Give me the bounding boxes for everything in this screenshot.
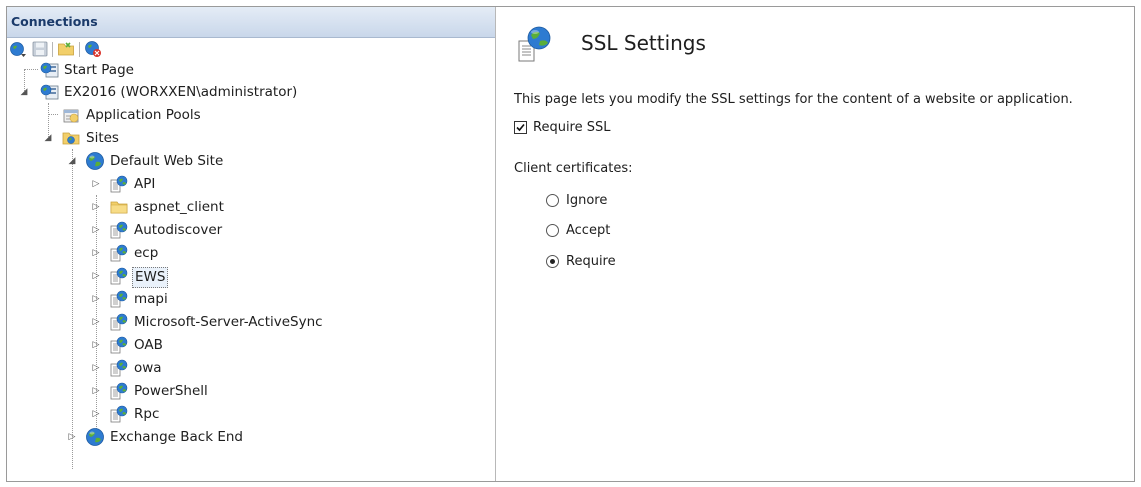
radio-label: Require [566,254,616,269]
toolbar-separator [79,42,80,57]
connections-toolbar [7,38,495,60]
expand-arrow-icon[interactable]: ▷ [91,407,101,421]
tree-item-mapi[interactable]: ▷ mapi [7,288,487,311]
web-app-icon [109,243,129,263]
tree-item-start-page[interactable]: Start Page [7,59,487,82]
expand-arrow-icon[interactable]: ▷ [67,430,77,444]
page-description: This page lets you modify the SSL settin… [514,92,1073,107]
expand-arrow-icon[interactable]: ▷ [91,338,101,352]
expand-arrow-icon[interactable]: ▷ [91,177,101,191]
web-app-icon [109,312,129,332]
tree-item-label: Exchange Back End [110,429,243,445]
tree-item-label: ecp [134,245,159,261]
collapse-arrow-icon[interactable]: ◢ [19,85,29,99]
tree-item-server[interactable]: ◢ EX2016 (WORXXEN\administrator) [7,81,487,104]
tree-item-powershell[interactable]: ▷ PowerShell [7,380,487,403]
globe-icon [85,427,105,447]
tree-item-activesync[interactable]: ▷ Microsoft-Server-ActiveSync [7,311,487,334]
connect-icon[interactable] [9,40,27,58]
web-app-icon [109,358,129,378]
tree-item-aspnet-client[interactable]: ▷ aspnet_client [7,196,487,219]
globe-icon [85,151,105,171]
web-app-icon [109,174,129,194]
expand-arrow-icon[interactable]: ▷ [91,315,101,329]
tree-item-rpc[interactable]: ▷ Rpc [7,403,487,426]
iis-manager-window: Connections Start Page ◢ EX2016 (WORXXEN… [6,6,1135,482]
tree-item-label: Rpc [134,406,160,422]
tree-item-label: Application Pools [86,107,201,123]
tree-item-label: Start Page [64,62,134,78]
tree-item-label: Default Web Site [110,153,224,169]
tree-item-application-pools[interactable]: Application Pools [7,104,487,127]
ssl-settings-pane: SSL Settings This page lets you modify t… [497,7,1134,481]
page-title: SSL Settings [581,31,706,55]
tree-item-autodiscover[interactable]: ▷ Autodiscover [7,219,487,242]
expand-arrow-icon[interactable]: ▷ [91,246,101,260]
web-app-icon [109,381,129,401]
expand-arrow-icon[interactable]: ▷ [91,200,101,214]
disconnect-icon[interactable] [84,40,102,58]
web-app-icon [109,289,129,309]
radio-label: Ignore [566,193,608,208]
tree-item-label: Sites [86,130,119,146]
checkbox-box[interactable] [514,121,527,134]
expand-arrow-icon[interactable]: ▷ [91,292,101,306]
tree-item-label: aspnet_client [134,199,224,215]
tree-item-label: OAB [134,337,163,353]
radio-button[interactable] [546,194,559,207]
connections-header: Connections [7,7,495,38]
tree-item-label: Autodiscover [134,222,223,238]
web-app-icon [109,266,129,286]
tree-item-label: PowerShell [134,383,208,399]
radio-label: Accept [566,223,611,238]
tree-item-default-web-site[interactable]: ◢ Default Web Site [7,150,487,173]
web-app-icon [109,220,129,240]
tree-item-exchange-back-end[interactable]: ▷ Exchange Back End [7,426,487,449]
client-certificates-label: Client certificates: [514,161,633,176]
folder-icon[interactable] [57,40,75,58]
server-icon [40,82,60,102]
tree-item-ecp[interactable]: ▷ ecp [7,242,487,265]
sites-folder-icon [61,128,81,148]
web-app-icon [109,404,129,424]
tree-item-sites[interactable]: ◢ Sites [7,127,487,150]
radio-selected-dot [550,259,555,264]
connections-tree: Start Page ◢ EX2016 (WORXXEN\administrat… [7,59,495,481]
expand-arrow-icon[interactable]: ▷ [91,384,101,398]
web-app-icon [109,335,129,355]
tree-item-label: Microsoft-Server-ActiveSync [134,314,323,330]
connections-pane: Connections Start Page ◢ EX2016 (WORXXEN… [7,7,496,481]
tree-item-label: mapi [134,291,168,307]
tree-item-owa[interactable]: ▷ owa [7,357,487,380]
ssl-settings-icon [517,25,553,65]
folder-icon [109,197,129,217]
tree-item-oab[interactable]: ▷ OAB [7,334,487,357]
tree-item-label: API [134,176,156,192]
start-page-icon [40,60,60,80]
require-ssl-label: Require SSL [533,120,611,135]
toolbar-separator [52,42,53,57]
radio-button[interactable] [546,255,559,268]
save-icon[interactable] [31,40,49,58]
collapse-arrow-icon[interactable]: ◢ [67,154,77,168]
application-pools-icon [61,105,81,125]
tree-item-label: EWS [132,267,169,288]
collapse-arrow-icon[interactable]: ◢ [43,131,53,145]
tree-item-label: EX2016 (WORXXEN\administrator) [64,84,298,100]
tree-item-api[interactable]: ▷ API [7,173,487,196]
expand-arrow-icon[interactable]: ▷ [91,223,101,237]
expand-arrow-icon[interactable]: ▷ [91,361,101,375]
radio-button[interactable] [546,224,559,237]
tree-item-label: owa [134,360,162,376]
tree-item-ews[interactable]: ▷ EWS [7,265,487,288]
expand-arrow-icon[interactable]: ▷ [91,269,101,283]
